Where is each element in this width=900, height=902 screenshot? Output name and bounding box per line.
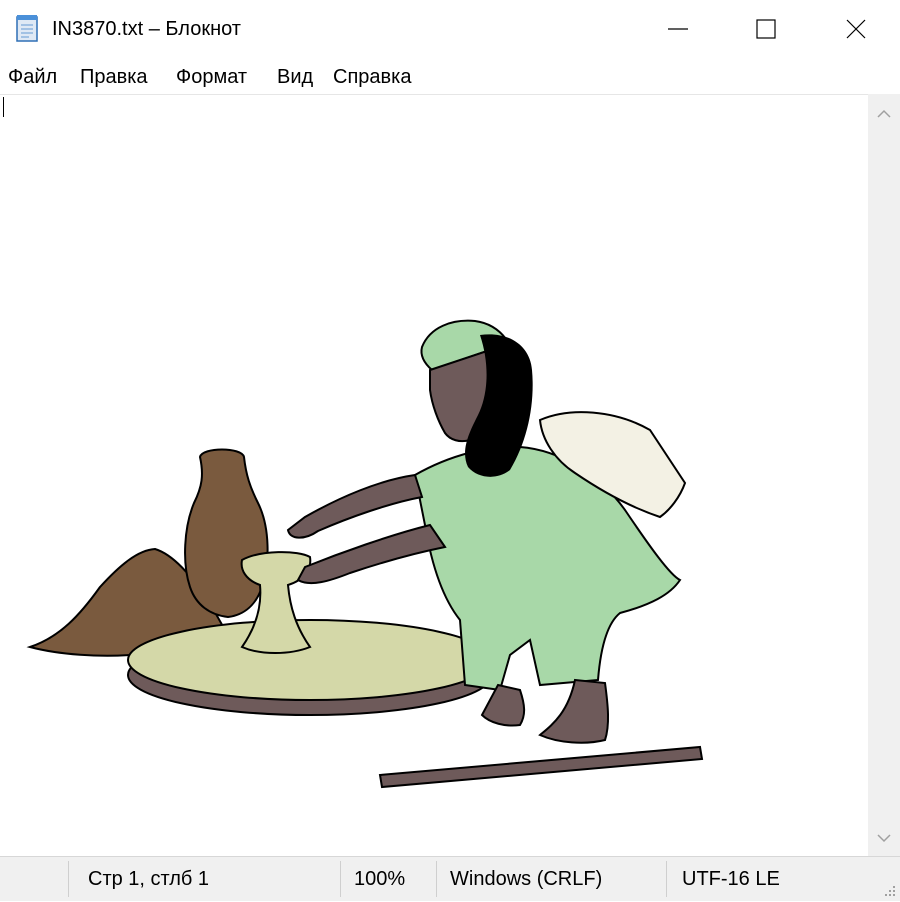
status-zoom: 100%: [354, 868, 406, 890]
close-button[interactable]: [810, 0, 900, 58]
menu-bar: Файл Правка Формат Вид Справка: [0, 58, 900, 94]
minimize-button[interactable]: [632, 0, 724, 58]
status-cursor-position: Стр 1, стлб 1: [88, 868, 210, 890]
title-bar[interactable]: IN3870.txt – Блокнот: [0, 0, 900, 58]
chevron-down-icon: [877, 830, 891, 848]
scroll-down-button[interactable]: [868, 822, 900, 856]
menu-file[interactable]: Файл: [6, 65, 59, 89]
status-encoding: UTF-16 LE: [682, 868, 780, 890]
text-editor-area[interactable]: [0, 94, 868, 857]
menu-format[interactable]: Формат: [174, 65, 249, 89]
maximize-icon: [756, 19, 776, 39]
status-separator: [340, 861, 341, 897]
chevron-up-icon: [877, 106, 891, 124]
potter-at-wheel-illustration: [26, 319, 704, 789]
text-caret: [3, 97, 4, 117]
menu-view[interactable]: Вид: [275, 65, 315, 89]
status-bar: Стр 1, стлб 1 100% Windows (CRLF) UTF-16…: [0, 856, 900, 901]
menu-edit[interactable]: Правка: [78, 65, 150, 89]
close-icon: [846, 19, 866, 39]
vertical-scrollbar[interactable]: [868, 94, 900, 856]
resize-grip-icon[interactable]: [882, 883, 896, 897]
menu-help[interactable]: Справка: [331, 65, 413, 89]
scroll-up-button[interactable]: [868, 98, 900, 132]
minimize-icon: [668, 19, 688, 39]
status-separator: [436, 861, 437, 897]
status-line-endings: Windows (CRLF): [450, 868, 603, 890]
status-separator: [68, 861, 69, 897]
status-separator: [666, 861, 667, 897]
window-title: IN3870.txt – Блокнот: [52, 18, 241, 40]
notepad-icon: [14, 13, 40, 43]
maximize-button[interactable]: [720, 0, 812, 58]
